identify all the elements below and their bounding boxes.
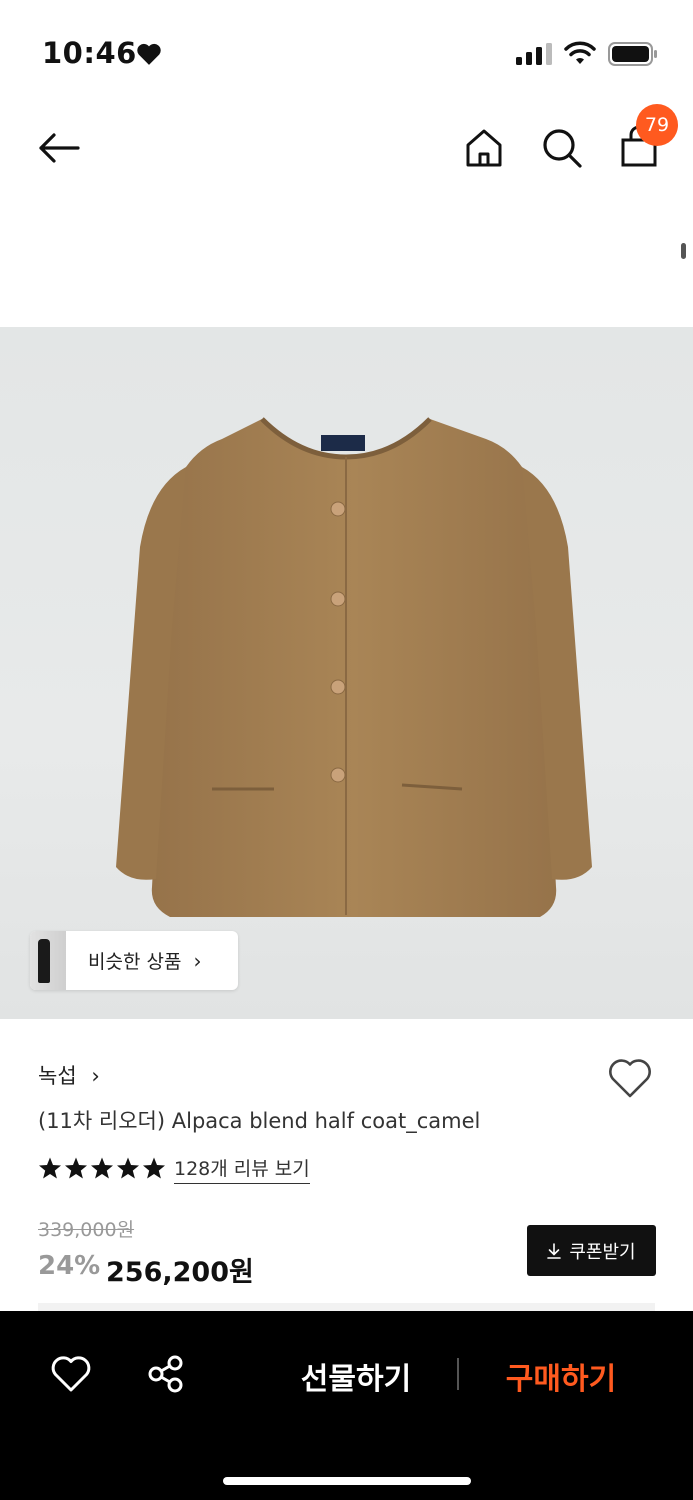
download-icon [547, 1242, 562, 1259]
original-price: 339,000원 [38, 1219, 135, 1241]
coupon-download-button[interactable]: 쿠폰받기 [527, 1225, 656, 1276]
star-icon [143, 1157, 165, 1179]
product-title: (11차 리오더) Alpaca blend half coat_camel [38, 1109, 481, 1133]
rating-stars [38, 1156, 166, 1180]
coat-illustration [116, 417, 592, 917]
brand-name: 녹섭 [38, 1064, 77, 1088]
chevron-right-icon: › [193, 948, 202, 973]
brand-link[interactable]: 녹섭 › [38, 1060, 100, 1090]
heart-icon [137, 43, 161, 65]
button-separator [457, 1358, 459, 1390]
buy-button[interactable]: 구매하기 [476, 1350, 646, 1402]
wishlist-heart-icon[interactable] [50, 1354, 92, 1394]
section-divider [38, 1303, 655, 1311]
discount-rate: 24% [38, 1251, 101, 1281]
similar-products-label: 비슷한 상품 [88, 951, 182, 973]
battery-icon [608, 42, 657, 66]
scrollbar-thumb[interactable] [681, 243, 686, 259]
wishlist-heart-icon[interactable] [606, 1056, 654, 1100]
home-indicator[interactable] [223, 1477, 471, 1485]
similar-product-thumbnail [30, 931, 66, 990]
gift-button[interactable]: 선물하기 [268, 1350, 444, 1402]
back-arrow-icon[interactable] [36, 128, 82, 168]
share-icon[interactable] [146, 1354, 186, 1394]
star-icon [39, 1157, 61, 1179]
status-time: 10:46 [42, 36, 137, 70]
cellular-signal-icon [516, 43, 552, 65]
home-icon[interactable] [462, 126, 506, 170]
star-icon [65, 1157, 87, 1179]
similar-products-button[interactable]: 비슷한 상품 › [30, 931, 238, 990]
bottom-action-bar [0, 1311, 693, 1500]
product-image[interactable] [0, 327, 693, 1019]
review-link[interactable]: 128개 리뷰 보기 [174, 1154, 310, 1184]
chevron-right-icon: › [91, 1064, 100, 1088]
star-icon [117, 1157, 139, 1179]
wifi-icon [564, 41, 596, 64]
star-icon [91, 1157, 113, 1179]
cart-count-badge: 79 [636, 104, 678, 146]
coupon-label: 쿠폰받기 [569, 1241, 636, 1263]
final-price: 256,200원 [106, 1257, 254, 1288]
search-icon[interactable] [540, 126, 584, 170]
